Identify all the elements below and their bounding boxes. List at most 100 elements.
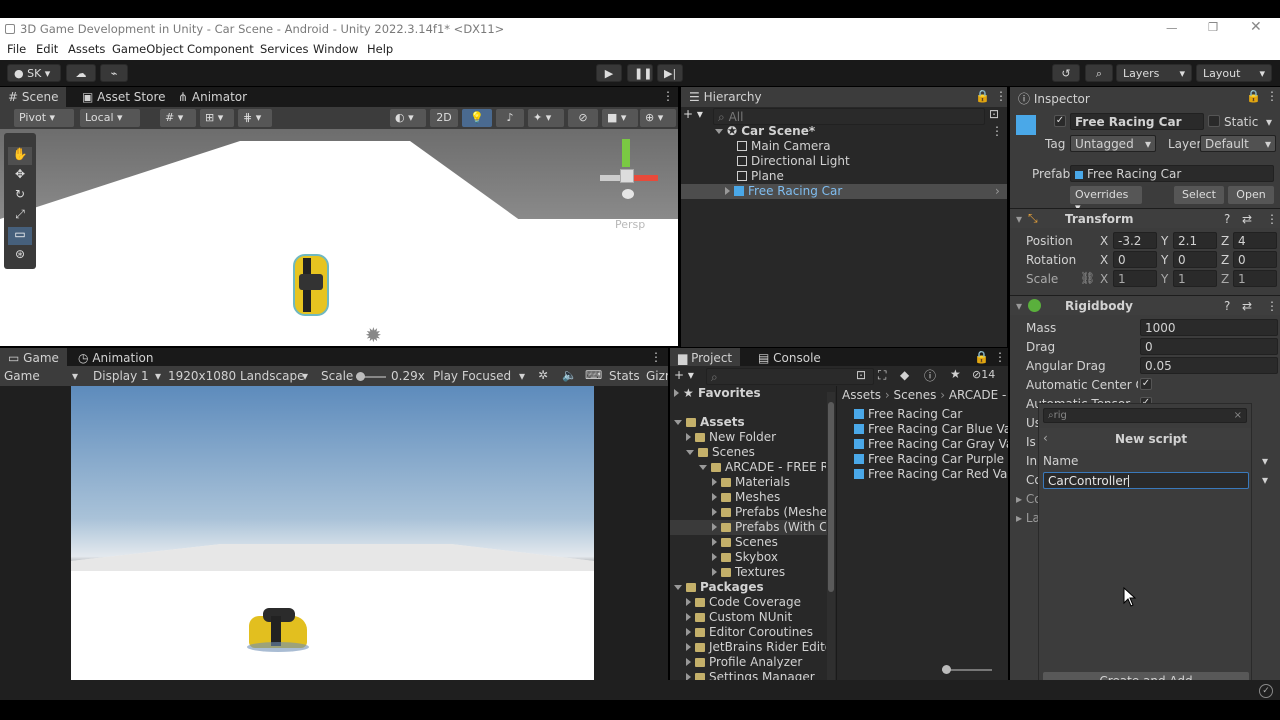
prefab-open-arrow-icon[interactable]: ›: [995, 184, 1000, 198]
keyboard-icon[interactable]: ⌨: [585, 368, 602, 382]
menu-services[interactable]: Services: [260, 42, 309, 56]
search-filter-icon[interactable]: ⊡: [989, 107, 999, 121]
draw-mode-button[interactable]: ◐ ▾: [390, 109, 426, 127]
rotation-z-field[interactable]: 0: [1233, 251, 1277, 268]
script-name-input[interactable]: CarController: [1043, 472, 1249, 489]
tab-animation[interactable]: ◷ Animation: [70, 348, 162, 368]
bug-icon[interactable]: ✲: [538, 368, 548, 382]
local-dropdown[interactable]: Local ▾: [80, 109, 140, 127]
preset-icon[interactable]: ⇄: [1242, 212, 1252, 226]
prefab-field[interactable]: Free Racing Car: [1070, 165, 1274, 182]
back-arrow-icon[interactable]: ‹: [1043, 431, 1048, 445]
mass-field[interactable]: 1000: [1140, 319, 1278, 336]
game-mode-dropdown[interactable]: Game ▾: [4, 369, 82, 383]
hierarchy-item[interactable]: Free Racing Car: [725, 184, 995, 199]
filter-label-icon[interactable]: ◆: [900, 368, 909, 382]
scale-slider[interactable]: [356, 372, 386, 381]
rotation-y-field[interactable]: 0: [1173, 251, 1217, 268]
transform-header[interactable]: ▾ ⤡ Transform ? ⇄ ⋮: [1010, 208, 1280, 228]
project-search-input[interactable]: ⌕: [706, 368, 874, 385]
hierarchy-search-input[interactable]: ⌕ All: [713, 108, 985, 125]
resolution-dropdown[interactable]: 1920x1080 Landscape ▾: [168, 369, 314, 383]
hidden-packages-icon[interactable]: ⊘14: [972, 368, 995, 381]
step-button[interactable]: ▶|: [657, 64, 683, 82]
layer-dropdown[interactable]: Default ▾: [1200, 135, 1276, 152]
pause-button[interactable]: ❚❚: [627, 64, 653, 82]
game-menu-icon[interactable]: ⋮: [650, 350, 662, 364]
breadcrumb-arcade[interactable]: ARCADE -: [949, 388, 1007, 402]
asset-file-item[interactable]: Free Racing Car Purple Va: [854, 452, 1008, 467]
rect-tool-icon[interactable]: ▭: [8, 227, 32, 245]
icon-size-slider[interactable]: [942, 665, 992, 674]
cloud-button[interactable]: ☁: [66, 64, 96, 82]
tab-game[interactable]: ▭ Game: [0, 348, 67, 368]
play-mode-dropdown[interactable]: Play Focused ▾: [433, 369, 529, 383]
project-add-button[interactable]: + ▾: [674, 368, 694, 382]
2d-toggle[interactable]: 2D: [430, 109, 458, 127]
tab-console[interactable]: ▤ Console: [750, 348, 829, 368]
directional-light-icon[interactable]: ✹: [365, 323, 382, 346]
close-icon[interactable]: ✕: [1250, 19, 1262, 35]
scene-menu-icon[interactable]: ⋮: [662, 89, 674, 103]
layout-dropdown[interactable]: Layout ▾: [1196, 64, 1272, 82]
layers-dropdown[interactable]: Layers ▾: [1116, 64, 1192, 82]
collab-button[interactable]: ⌁: [100, 64, 128, 82]
assets-header[interactable]: Assets: [674, 415, 824, 430]
asset-file-item[interactable]: Free Racing Car: [854, 407, 1008, 422]
project-menu-icon[interactable]: ⋮: [994, 350, 1006, 364]
hierarchy-item[interactable]: Plane: [737, 169, 997, 184]
search-by-type-icon[interactable]: ⊡: [856, 368, 866, 382]
scene-root-item[interactable]: ✪ Car Scene*: [715, 124, 1005, 139]
history-button[interactable]: ↺: [1052, 64, 1080, 82]
inspector-menu-icon[interactable]: ⋮: [1266, 89, 1278, 103]
rotate-tool-icon[interactable]: ↻: [8, 187, 32, 205]
position-y-field[interactable]: 2.1: [1173, 232, 1217, 249]
hand-tool-icon[interactable]: ✋: [8, 147, 32, 165]
restore-icon[interactable]: ❐: [1208, 20, 1218, 34]
tab-animator[interactable]: ⋔ Animator: [170, 87, 255, 107]
position-z-field[interactable]: 4: [1233, 232, 1277, 249]
scale-y-field[interactable]: 1: [1173, 270, 1217, 287]
preset-icon[interactable]: ⇄: [1242, 299, 1252, 313]
tab-asset-store[interactable]: ▣ Asset Store: [74, 87, 174, 107]
scene-root-menu-icon[interactable]: ⋮: [991, 124, 1003, 138]
display-dropdown[interactable]: Display 1 ▾: [93, 369, 167, 383]
auto-center-checkbox[interactable]: ✓: [1140, 378, 1152, 390]
play-button[interactable]: ▶: [596, 64, 622, 82]
favorite-star-icon[interactable]: ★: [950, 367, 961, 381]
audio-toggle[interactable]: ♪: [496, 109, 524, 127]
gizmos-button[interactable]: ⊕ ▾: [640, 109, 676, 127]
folder-item[interactable]: New Folder: [686, 430, 826, 445]
help-icon[interactable]: ?: [1224, 212, 1230, 226]
info-icon[interactable]: ⓘ: [924, 367, 936, 384]
folder-item[interactable]: Skybox: [712, 550, 826, 565]
create-and-add-button[interactable]: Create and Add: [1043, 672, 1249, 680]
move-tool-icon[interactable]: ✥: [8, 167, 32, 185]
search-button[interactable]: ⌕: [1085, 64, 1113, 82]
tag-dropdown[interactable]: Untagged ▾: [1070, 135, 1156, 152]
folder-item[interactable]: ARCADE - FREE Ra: [699, 460, 826, 475]
hierarchy-item[interactable]: Directional Light: [737, 154, 997, 169]
object-name-field[interactable]: Free Racing Car: [1070, 113, 1204, 130]
hierarchy-item[interactable]: Main Camera: [737, 139, 997, 154]
package-item[interactable]: Custom NUnit: [686, 610, 826, 625]
menu-window[interactable]: Window: [313, 42, 358, 56]
open-button[interactable]: Open: [1228, 186, 1274, 204]
asset-file-item[interactable]: Free Racing Car Red Varia: [854, 467, 1008, 482]
pivot-dropdown[interactable]: Pivot ▾: [14, 109, 74, 127]
folder-item[interactable]: Scenes: [686, 445, 826, 460]
minimize-icon[interactable]: —: [1166, 21, 1178, 35]
persp-label[interactable]: Persp: [615, 218, 645, 231]
position-x-field[interactable]: -3.2: [1113, 232, 1157, 249]
tab-inspector[interactable]: ⓘ Inspector: [1010, 87, 1280, 107]
static-checkbox[interactable]: [1208, 115, 1220, 127]
static-dropdown-icon[interactable]: ▾: [1266, 115, 1272, 129]
breadcrumb-assets[interactable]: Assets: [842, 388, 881, 402]
scale-z-field[interactable]: 1: [1233, 270, 1277, 287]
overrides-dropdown[interactable]: Overrides ▾: [1070, 186, 1142, 214]
gizmos-game-button[interactable]: Gizm: [646, 369, 668, 383]
folder-item[interactable]: Prefabs (With Co: [712, 520, 826, 535]
asset-file-item[interactable]: Free Racing Car Gray Vari: [854, 437, 1008, 452]
transform-tool-icon[interactable]: ⊛: [8, 247, 32, 265]
rotation-x-field[interactable]: 0: [1113, 251, 1157, 268]
